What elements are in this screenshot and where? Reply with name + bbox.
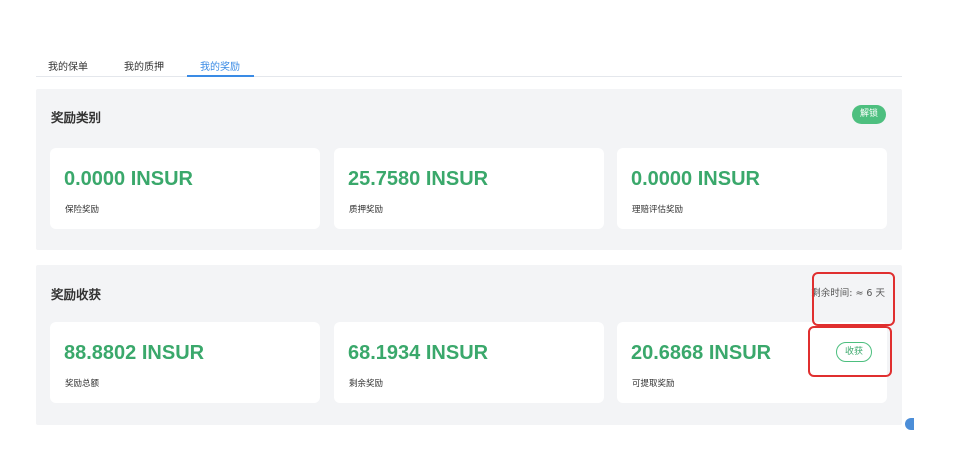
reward-harvest-title: 奖励收获 xyxy=(51,287,102,302)
reward-types-title: 奖励类别 xyxy=(51,110,102,125)
remaining-time-highlight xyxy=(812,272,895,326)
tab-my-staking[interactable]: 我的质押 xyxy=(124,58,164,73)
staking-reward-label: 质押奖励 xyxy=(349,205,384,215)
total-reward-value: 88.8802 INSUR xyxy=(64,342,205,364)
insurance-reward-label: 保险奖励 xyxy=(65,205,100,215)
withdrawable-reward-value: 20.6868 INSUR xyxy=(631,342,772,364)
tab-bar: 我的保单 我的质押 我的奖励 xyxy=(36,52,902,77)
reward-types-panel: 奖励类别 解锁 0.0000 INSUR 保险奖励 25.7580 INSUR … xyxy=(36,89,902,250)
claim-assessment-reward-card: 0.0000 INSUR 理赔评估奖励 xyxy=(617,148,887,229)
active-tab-indicator xyxy=(187,75,254,77)
reward-harvest-panel: 奖励收获 剩余时间: ≈ 6 天 88.8802 INSUR 奖励总额 68.1… xyxy=(36,265,902,425)
remaining-reward-label: 剩余奖励 xyxy=(349,379,384,389)
insurance-reward-value: 0.0000 INSUR xyxy=(64,168,193,190)
remaining-reward-value: 68.1934 INSUR xyxy=(348,342,489,364)
total-reward-card: 88.8802 INSUR 奖励总额 xyxy=(50,322,320,403)
total-reward-label: 奖励总额 xyxy=(65,379,100,389)
insurance-reward-card: 0.0000 INSUR 保险奖励 xyxy=(50,148,320,229)
tab-my-policies[interactable]: 我的保单 xyxy=(48,58,88,73)
claim-assessment-reward-value: 0.0000 INSUR xyxy=(631,168,760,190)
remaining-reward-card: 68.1934 INSUR 剩余奖励 xyxy=(334,322,604,403)
side-handle[interactable] xyxy=(905,418,914,430)
staking-reward-value: 25.7580 INSUR xyxy=(348,168,489,190)
tab-my-rewards[interactable]: 我的奖励 xyxy=(200,58,240,73)
withdrawable-reward-label: 可提取奖励 xyxy=(632,379,675,389)
harvest-button-highlight xyxy=(808,326,892,377)
claim-assessment-reward-label: 理赔评估奖励 xyxy=(632,205,684,215)
staking-reward-card: 25.7580 INSUR 质押奖励 xyxy=(334,148,604,229)
unlock-button[interactable]: 解锁 xyxy=(852,105,886,124)
